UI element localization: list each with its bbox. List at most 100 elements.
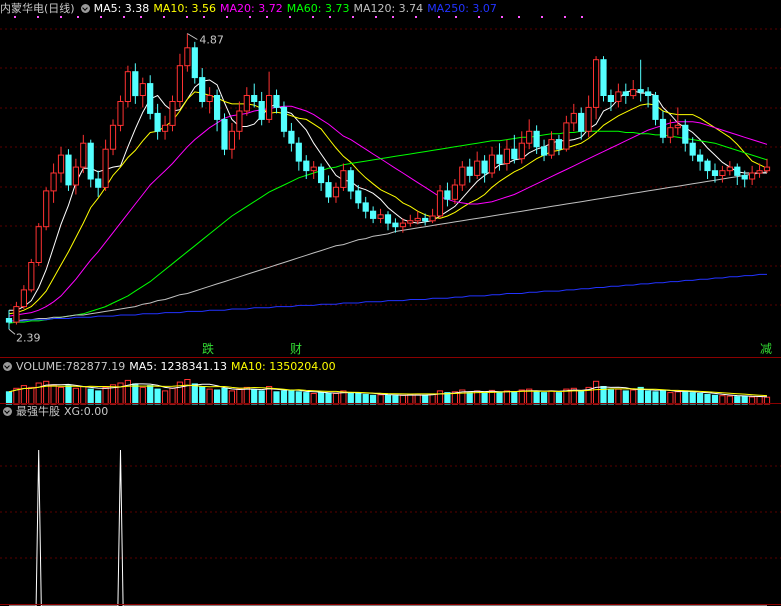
candle [124, 65, 132, 108]
volume-bar [214, 389, 221, 405]
candle-body [466, 166, 473, 176]
candle-body [102, 148, 109, 188]
candle-body [303, 160, 310, 172]
candle-body [147, 83, 154, 114]
candle-body [340, 170, 347, 188]
candle [555, 134, 562, 156]
volume-bar [503, 390, 510, 405]
candle-body [659, 118, 667, 138]
candle-body [704, 160, 711, 172]
candle [199, 68, 206, 108]
volume-bar [682, 390, 689, 405]
candle-body [295, 142, 302, 162]
candle-body [28, 262, 35, 291]
legend-ma20: MA20: 3.72 [220, 2, 283, 15]
candle-body [763, 166, 771, 172]
volume-bar [57, 386, 65, 405]
volume-bar [749, 396, 756, 405]
candle [749, 165, 756, 185]
indicator-settings-icon[interactable] [80, 4, 90, 13]
volume-bar [645, 390, 652, 405]
candle-body [407, 220, 414, 224]
candle [384, 211, 392, 231]
event-mark-jian[interactable]: 减 [760, 343, 772, 355]
candle-body [734, 166, 741, 176]
volume-bar [280, 390, 288, 405]
ma-line-ma250 [9, 273, 767, 322]
candle-body [392, 222, 399, 228]
candle-body [243, 95, 250, 112]
volume-bar [28, 386, 35, 405]
signal-settings-icon[interactable] [3, 407, 12, 416]
candle-body [87, 142, 94, 180]
candle [65, 149, 72, 191]
candle-body [35, 226, 42, 263]
candle [630, 80, 637, 100]
legend-vol-ma5: MA5: 1238341.13 [129, 360, 227, 373]
stock-chart[interactable]: 4.87 2.39 [0, 0, 781, 606]
marker-dot [100, 16, 102, 18]
candle-body [422, 217, 429, 222]
signal-title: 最强牛股 [16, 405, 60, 418]
candle [139, 77, 146, 108]
candle-body [154, 112, 161, 132]
candle-body [162, 124, 169, 132]
candle [526, 119, 533, 150]
xg-signal-line [9, 449, 767, 606]
candle [206, 87, 213, 114]
candle-body [496, 154, 503, 164]
volume-bars [5, 379, 771, 405]
candle-body [749, 172, 756, 180]
marker-dot [203, 16, 205, 18]
candle-body [228, 130, 236, 150]
candle [370, 206, 377, 224]
price-legend: 内蒙华电(日线) MA5: 3.38 MA10: 3.56 MA20: 3.72 MA6… [0, 2, 505, 16]
candle-body [72, 166, 80, 186]
volume-bar [243, 386, 250, 405]
candle-body [548, 139, 555, 156]
legend-ma5: MA5: 3.38 [93, 2, 150, 15]
candle [466, 158, 473, 183]
volume-bar [288, 389, 295, 405]
candle-body [384, 214, 392, 224]
candle [251, 83, 258, 108]
volume-bar [154, 388, 161, 405]
candle-body [5, 318, 13, 323]
event-mark-cai[interactable]: 财 [290, 343, 302, 355]
volume-bar [191, 383, 198, 405]
candle [355, 184, 362, 209]
candle [102, 139, 109, 191]
candle [541, 139, 548, 162]
candle [444, 182, 451, 207]
candle-body [518, 142, 525, 160]
candle [184, 33, 191, 72]
candle-body [347, 170, 354, 192]
volume-bar [87, 388, 94, 405]
volume-bar [652, 391, 659, 405]
volume-settings-icon[interactable] [3, 362, 12, 371]
marker-dot [329, 16, 331, 18]
event-mark-die[interactable]: 跌 [202, 343, 214, 355]
candle-body [503, 148, 510, 164]
candle [214, 89, 221, 132]
marker-dot [123, 16, 125, 18]
candle [273, 89, 280, 114]
volume-bar [236, 388, 243, 405]
volume-bar [362, 393, 369, 405]
marker-dot [581, 16, 583, 18]
candle [682, 119, 689, 152]
candle [340, 163, 347, 191]
candle [221, 113, 228, 156]
candle-body [711, 170, 719, 176]
volume-bar [72, 387, 80, 405]
candle [362, 196, 369, 219]
candle-body [236, 110, 243, 132]
candle-body [80, 142, 87, 168]
candle-body [667, 127, 674, 138]
volume-bar [147, 385, 154, 405]
candle-body [474, 160, 481, 176]
candle [228, 122, 236, 159]
candle [50, 163, 57, 203]
candle [719, 165, 726, 183]
candle-body [20, 289, 27, 308]
